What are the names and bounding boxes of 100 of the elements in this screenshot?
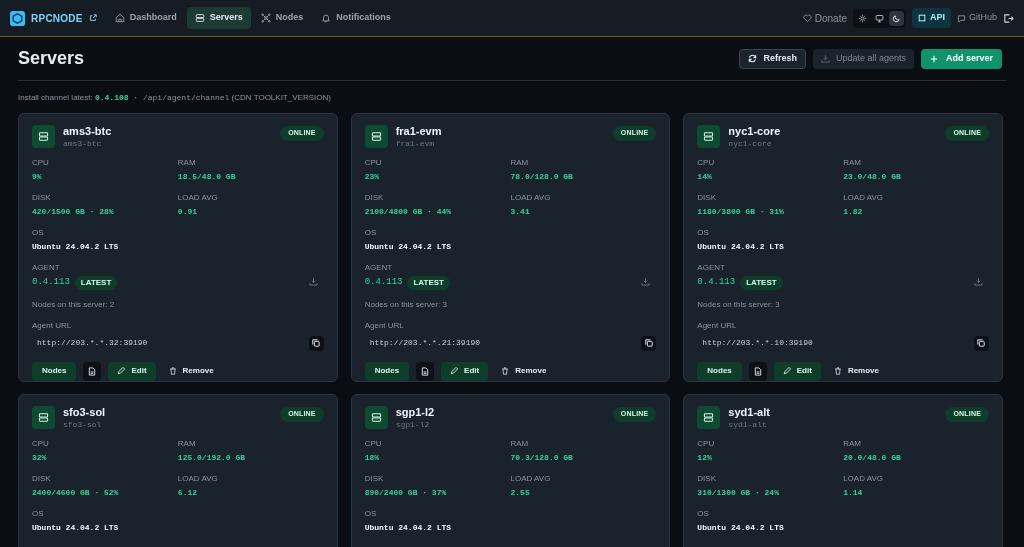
external-link-icon[interactable] — [88, 14, 97, 22]
stat-label: LOAD AVG — [843, 191, 885, 204]
stat-label: RAM — [177, 156, 197, 169]
nodes-count: Nodes on this server: 3 — [697, 298, 781, 311]
stat-label: DISK — [697, 472, 717, 485]
copy-button[interactable] — [641, 335, 657, 351]
download-icon — [820, 54, 830, 63]
os-value: Ubuntu 24.04.2 LTS — [364, 240, 453, 253]
remove-button[interactable]: Remove — [827, 361, 885, 381]
stat-label: CPU — [697, 437, 716, 450]
os-label: OS — [364, 226, 378, 239]
download-icon[interactable] — [974, 276, 983, 286]
copy-icon — [644, 339, 653, 348]
nodes-button[interactable]: Nodes — [697, 361, 742, 381]
copy-icon — [312, 339, 321, 348]
server-icon — [703, 412, 715, 423]
server-name: sgp1-l2 — [395, 406, 435, 420]
stat-value: 125.0/192.0 GB — [177, 451, 247, 464]
pencil-icon — [782, 367, 791, 376]
os-value: Ubuntu 24.04.2 LTS — [32, 240, 120, 253]
stat-value: 14% — [697, 170, 713, 183]
trash-icon — [168, 367, 177, 376]
stat-value: 2.55 — [510, 486, 531, 499]
stat-value: 1.82 — [843, 205, 864, 218]
document-icon — [421, 366, 430, 376]
bell-icon — [321, 13, 332, 23]
os-label: OS — [32, 507, 45, 520]
agent-label: AGENT — [697, 261, 726, 274]
stat-value: 2100/4800 GB · 44% — [364, 205, 453, 218]
agent-url-label: Agent URL — [697, 319, 738, 332]
agent-url-label: Agent URL — [32, 319, 73, 332]
remove-button[interactable]: Remove — [495, 361, 553, 381]
nodes-count: Nodes on this server: 2 — [32, 298, 116, 311]
log-button[interactable] — [416, 361, 435, 381]
server-icon — [194, 13, 205, 23]
nodes-button[interactable]: Nodes — [32, 361, 77, 381]
agent-url: http://203.*.*.21:39190 — [368, 337, 481, 350]
agent-version: 0.4.113 — [364, 276, 403, 289]
stat-value: 70.3/128.0 GB — [510, 451, 574, 464]
server-name: fra1-evm — [395, 125, 442, 139]
latest-badge: LATEST — [74, 275, 118, 290]
server-name: nyc1-core — [728, 125, 781, 139]
nodes-button[interactable]: Nodes — [364, 361, 410, 381]
stat-label: LOAD AVG — [177, 191, 219, 204]
stat-value: 890/2400 GB · 37% — [364, 486, 448, 499]
server-host: ams3-btc — [63, 138, 103, 149]
stat-label: LOAD AVG — [843, 472, 885, 485]
stat-label: RAM — [177, 437, 197, 450]
download-icon[interactable] — [308, 276, 318, 286]
github-link[interactable]: GitHub — [957, 11, 997, 25]
logout-icon[interactable] — [1003, 12, 1014, 24]
agent-version: 0.4.113 — [697, 276, 736, 289]
nav-tab[interactable]: Notifications — [313, 7, 399, 29]
add-server-button[interactable]: Add server — [920, 48, 1002, 69]
stat-value: 78.0/128.0 GB — [510, 170, 574, 183]
server-name: syd1-alt — [728, 406, 770, 420]
stat-label: RAM — [510, 437, 530, 450]
stat-value: 1.14 — [843, 486, 864, 499]
os-value: Ubuntu 24.04.2 LTS — [697, 240, 785, 253]
page-title: Servers — [18, 47, 85, 70]
donate-link[interactable]: Donate — [802, 10, 847, 26]
server-host: fra1-evm — [395, 138, 436, 149]
nav-tab[interactable]: Nodes — [252, 7, 312, 29]
edit-button[interactable]: Edit — [108, 361, 156, 381]
latest-badge: LATEST — [407, 275, 450, 290]
stat-value: 9% — [32, 170, 43, 183]
edit-button[interactable]: Edit — [441, 361, 489, 381]
trash-icon — [833, 367, 842, 376]
remove-button[interactable]: Remove — [162, 361, 220, 381]
stat-label: LOAD AVG — [510, 472, 552, 485]
nav-tab[interactable]: Dashboard — [106, 7, 185, 29]
agent-version: 0.4.113 — [32, 276, 70, 289]
copy-button[interactable] — [974, 335, 989, 351]
server-name: sfo3-sol — [63, 406, 106, 420]
stat-label: CPU — [697, 156, 716, 169]
stat-label: DISK — [697, 191, 717, 204]
copy-button[interactable] — [308, 335, 324, 351]
api-button[interactable]: API — [911, 8, 951, 28]
server-host: sfo3-sol — [63, 419, 103, 430]
brand-name[interactable]: RPCNODE — [31, 10, 83, 26]
stat-value: 420/1500 GB · 28% — [32, 205, 115, 218]
server-host: nyc1-core — [728, 138, 773, 149]
edit-button[interactable]: Edit — [773, 361, 821, 381]
refresh-button[interactable]: Refresh — [739, 48, 806, 69]
book-icon — [917, 14, 926, 22]
pencil-icon — [450, 367, 459, 376]
log-button[interactable] — [83, 361, 102, 381]
download-icon[interactable] — [641, 276, 651, 286]
log-button[interactable] — [748, 361, 767, 381]
stat-label: LOAD AVG — [510, 191, 552, 204]
server-icon — [703, 131, 715, 142]
logo-icon — [10, 10, 25, 26]
stat-value: 2400/4600 GB · 52% — [32, 486, 120, 499]
moon-icon — [891, 13, 901, 23]
stat-value: 3.41 — [510, 205, 531, 218]
agent-label: AGENT — [32, 261, 61, 274]
nav-tab[interactable]: Servers — [186, 7, 251, 29]
theme-button[interactable] — [888, 10, 904, 26]
document-icon — [88, 366, 97, 376]
stat-label: CPU — [364, 156, 383, 169]
